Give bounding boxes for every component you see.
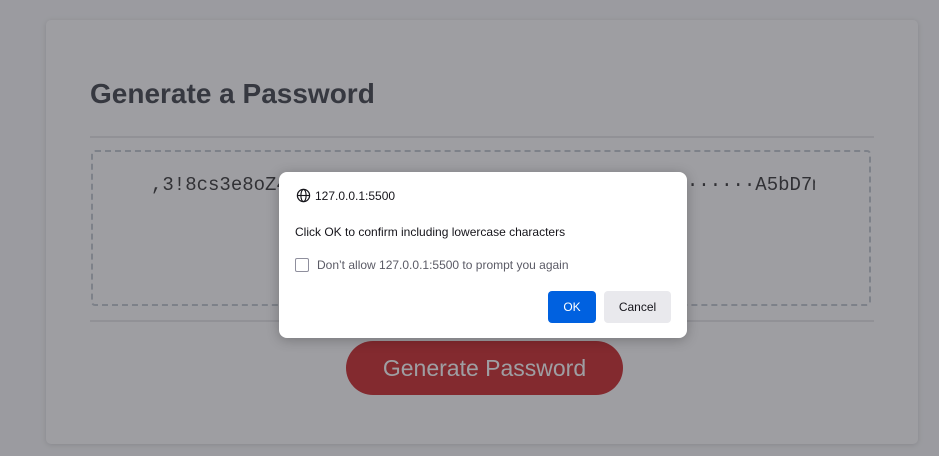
dialog-origin: 127.0.0.1:5500 [296, 188, 395, 203]
dont-allow-label[interactable]: Don’t allow 127.0.0.1:5500 to prompt you… [317, 258, 569, 272]
prompt-dialog: 127.0.0.1:5500 Click OK to confirm inclu… [279, 172, 687, 338]
globe-icon [296, 188, 311, 203]
dialog-message: Click OK to confirm including lowercase … [295, 225, 566, 239]
page: Generate a Password ,3!8cs3e8oZ4········… [0, 0, 939, 456]
cancel-button[interactable]: Cancel [604, 291, 671, 323]
dont-allow-checkbox[interactable] [295, 258, 309, 272]
dont-allow-prompt-option[interactable]: Don’t allow 127.0.0.1:5500 to prompt you… [295, 258, 569, 272]
ok-button[interactable]: OK [548, 291, 596, 323]
dialog-origin-label: 127.0.0.1:5500 [315, 188, 396, 203]
